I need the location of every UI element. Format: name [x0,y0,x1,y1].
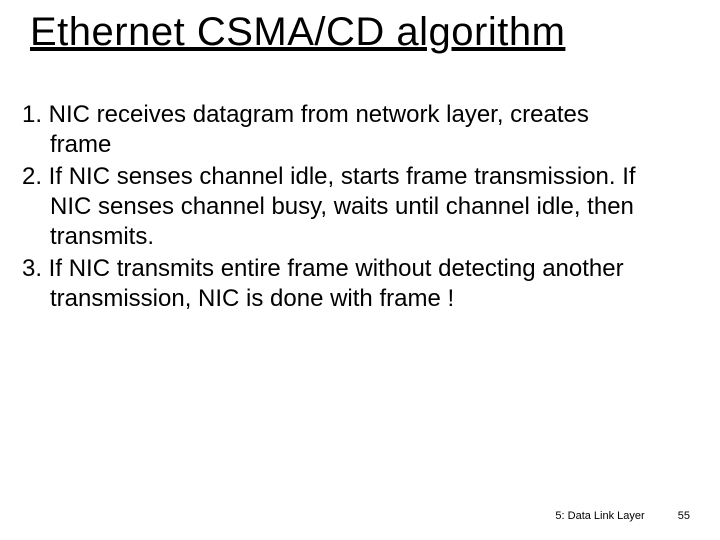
list-item: 3. If NIC transmits entire frame without… [22,254,650,314]
slide-footer: 5: Data Link Layer 55 [555,510,690,522]
footer-page-number: 55 [678,510,690,522]
slide: Ethernet CSMA/CD algorithm 1. NIC receiv… [0,0,720,540]
footer-section: 5: Data Link Layer [555,510,644,522]
list-item: 1. NIC receives datagram from network la… [22,100,650,160]
list-item: 2. If NIC senses channel idle, starts fr… [22,162,650,252]
slide-title: Ethernet CSMA/CD algorithm [30,10,565,55]
slide-body: 1. NIC receives datagram from network la… [22,100,650,316]
